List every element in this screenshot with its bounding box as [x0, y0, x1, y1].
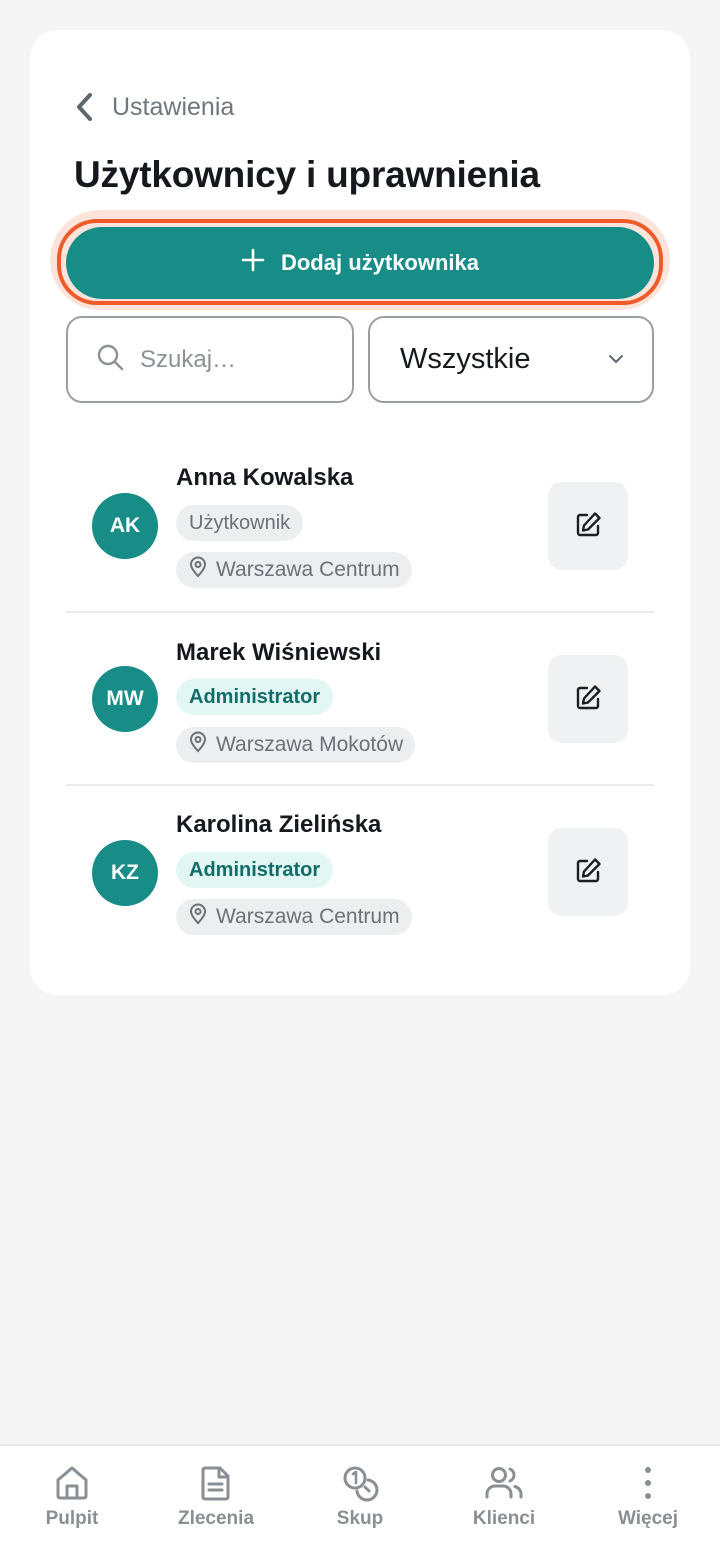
user-row: MW Marek Wiśniewski Administrator Warsza… [66, 613, 654, 786]
page-title: Użytkownicy i uprawnienia [74, 154, 540, 195]
nav-label: Pulpit [45, 1508, 99, 1529]
nav-label: Klienci [472, 1508, 536, 1529]
users-card: Ustawienia Użytkownicy i uprawnienia Dod… [30, 30, 690, 995]
back-label: Ustawienia [112, 92, 235, 121]
user-name: Karolina Zielińska [176, 811, 382, 838]
role-label: Administrator [189, 685, 321, 708]
location-label: Warszawa Centrum [216, 558, 400, 581]
back-button[interactable]: Ustawienia [74, 92, 234, 122]
location-badge: Warszawa Centrum [176, 552, 412, 588]
avatar: AK [92, 493, 158, 559]
chevron-left-icon [74, 92, 94, 122]
search-field[interactable] [66, 316, 354, 403]
chevron-down-icon [608, 351, 624, 369]
add-user-button[interactable]: Dodaj użytkownika [66, 227, 654, 299]
add-user-label: Dodaj użytkownika [280, 250, 480, 275]
document-icon [197, 1464, 235, 1502]
nav-label: Więcej [617, 1508, 679, 1529]
user-row: AK Anna Kowalska Użytkownik Warszawa Cen… [66, 440, 654, 613]
user-name: Marek Wiśniewski [176, 639, 382, 666]
location-pin-icon [188, 556, 208, 584]
user-row: KZ Karolina Zielińska Administrator Wars… [66, 786, 654, 959]
coins-icon [341, 1464, 379, 1502]
search-input[interactable] [140, 345, 330, 374]
location-pin-icon [188, 731, 208, 759]
nav-item-wiecej[interactable]: Więcej [588, 1446, 708, 1561]
nav-label: Skup [336, 1508, 384, 1529]
bottom-nav: Pulpit Zlecenia Skup Klienci Więcej [0, 1444, 720, 1561]
edit-user-button[interactable] [548, 828, 628, 916]
users-icon [484, 1464, 524, 1502]
nav-label: Zlecenia [177, 1508, 255, 1529]
edit-user-button[interactable] [548, 482, 628, 570]
filter-selected-value: Wszystkie [400, 343, 531, 375]
edit-icon [573, 856, 603, 889]
role-badge: Administrator [176, 852, 334, 888]
nav-item-skup[interactable]: Skup [300, 1446, 420, 1561]
edit-icon [573, 510, 603, 543]
avatar: KZ [92, 840, 158, 906]
user-list: AK Anna Kowalska Użytkownik Warszawa Cen… [66, 440, 654, 959]
home-icon [53, 1464, 91, 1502]
user-name: Anna Kowalska [176, 464, 354, 491]
location-pin-icon [188, 903, 208, 931]
plus-icon [241, 248, 265, 278]
role-badge: Administrator [176, 679, 334, 715]
location-badge: Warszawa Centrum [176, 899, 412, 935]
role-label: Administrator [189, 858, 321, 881]
nav-item-zlecenia[interactable]: Zlecenia [156, 1446, 276, 1561]
nav-item-klienci[interactable]: Klienci [444, 1446, 564, 1561]
search-icon [96, 343, 124, 376]
more-vertical-icon [629, 1464, 667, 1502]
location-label: Warszawa Mokotów [216, 733, 404, 756]
role-filter-select[interactable]: Wszystkie [368, 316, 654, 403]
location-badge: Warszawa Mokotów [176, 727, 416, 763]
nav-item-pulpit[interactable]: Pulpit [12, 1446, 132, 1561]
role-label: Użytkownik [189, 511, 291, 534]
role-badge: Użytkownik [176, 505, 304, 541]
avatar: MW [92, 666, 158, 732]
edit-icon [573, 683, 603, 716]
location-label: Warszawa Centrum [216, 905, 400, 928]
edit-user-button[interactable] [548, 655, 628, 743]
